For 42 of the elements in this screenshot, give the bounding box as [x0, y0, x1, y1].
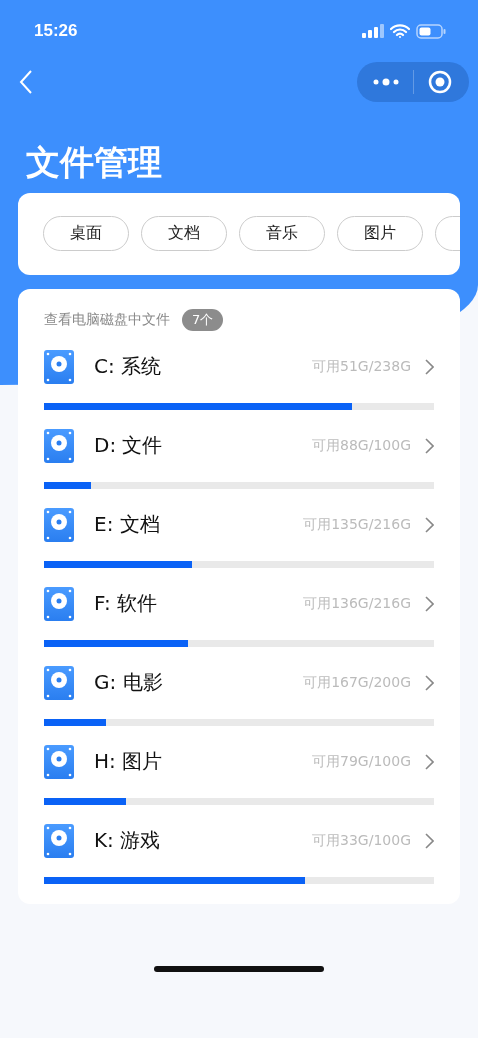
free-space: 可用51G/238G [312, 357, 411, 376]
chevron-right-icon [425, 832, 434, 849]
disk-row[interactable]: E: 文档 可用135G/216G [44, 504, 434, 545]
free-space: 可用88G/100G [312, 436, 411, 455]
signal-icon [362, 24, 384, 38]
status-time: 15:26 [34, 21, 78, 41]
close-icon[interactable] [428, 70, 452, 94]
disk-row[interactable]: C: 系统 可用51G/238G [44, 346, 434, 387]
category-chip[interactable]: 音乐 [239, 216, 325, 252]
disk-row[interactable]: F: 软件 可用136G/216G [44, 583, 434, 624]
battery-icon [416, 23, 446, 39]
more-icon[interactable] [373, 78, 399, 86]
disk-row[interactable]: G: 电影 可用167G/200G [44, 662, 434, 703]
disk-row[interactable]: H: 图片 可用79G/100G [44, 741, 434, 782]
disk-name: G: 电影 [94, 669, 164, 697]
page-title: 文件管理 [26, 142, 162, 183]
category-chip[interactable]: 图片 [337, 216, 423, 252]
disk-name: C: 系统 [94, 353, 163, 381]
disk-name: H: 图片 [94, 748, 164, 776]
list-heading: 查看电脑磁盘中文件 [44, 310, 170, 329]
category-chip[interactable]: 桌面 [43, 216, 129, 252]
wifi-icon [390, 24, 410, 38]
chevron-right-icon [425, 358, 434, 375]
free-space: 可用136G/216G [303, 594, 411, 613]
disk-name: D: 文件 [94, 432, 164, 460]
chevron-right-icon [425, 674, 434, 691]
chevron-right-icon [425, 753, 434, 770]
free-space: 可用167G/200G [303, 673, 411, 692]
back-icon[interactable] [19, 69, 33, 95]
chevron-right-icon [425, 516, 434, 533]
free-space: 可用79G/100G [312, 752, 411, 771]
category-chip[interactable]: 文档 [141, 216, 227, 252]
free-space: 可用135G/216G [303, 515, 411, 534]
disk-name: F: 软件 [94, 590, 159, 618]
chevron-right-icon [425, 437, 434, 454]
disk-name: E: 文档 [94, 511, 161, 539]
disk-row[interactable]: K: 游戏 可用33G/100G [44, 820, 434, 861]
count-badge: 7个 [182, 308, 224, 331]
free-space: 可用33G/100G [312, 831, 411, 850]
disk-row[interactable]: D: 文件 可用88G/100G [44, 425, 434, 466]
chevron-right-icon [425, 595, 434, 612]
disk-name: K: 游戏 [94, 827, 162, 855]
